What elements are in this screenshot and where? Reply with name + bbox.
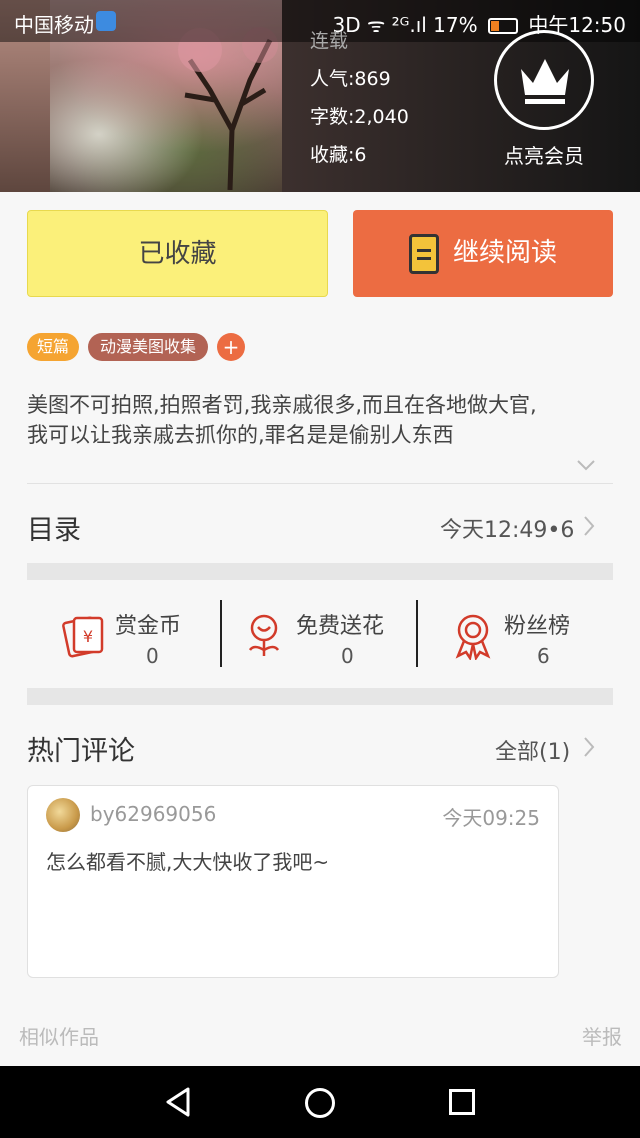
serial-status: 连载 (310, 30, 349, 52)
system-navigation-bar (0, 1066, 640, 1138)
divider (27, 483, 613, 484)
favorites-stat: 收藏:6 (310, 144, 367, 166)
tree-illustration (178, 27, 278, 190)
chevron-right-icon[interactable] (582, 736, 596, 758)
svg-text:¥: ¥ (83, 627, 93, 646)
fan-ranking-label: 粉丝榜 (504, 614, 571, 639)
coin-envelope-icon: ¥ (62, 616, 104, 658)
book-description[interactable]: 美图不可拍照,拍照者罚,我亲戚很多,而且在各地做大官, 我可以让我亲戚去抓你的,… (27, 390, 617, 450)
tag-anime-collection[interactable]: 动漫美图收集 (88, 333, 208, 361)
fan-ranking-count: 6 (537, 644, 550, 668)
vertical-divider (416, 600, 418, 667)
fan-ranking-button[interactable]: 粉丝榜 6 (452, 604, 640, 670)
reward-coins-count: 0 (146, 644, 159, 668)
avatar[interactable] (46, 798, 80, 832)
back-icon[interactable] (164, 1086, 192, 1118)
carrier-name: 中国移动 (14, 13, 94, 37)
add-tag-button[interactable]: + (217, 333, 245, 361)
popularity-stat: 人气:869 (310, 68, 391, 90)
book-header: 中国移动 3D ᯤ ²ᴳ.ıl 17% 中午12:50 连载 人气:869 字数… (0, 0, 640, 192)
ribbon-medal-icon (455, 614, 491, 660)
shield-icon (96, 11, 116, 31)
comment-username[interactable]: by62969056 (90, 802, 216, 826)
section-divider (27, 563, 613, 580)
vip-label[interactable]: 点亮会员 (504, 140, 584, 169)
catalog-update[interactable]: 今天12:49•6 (440, 512, 574, 544)
home-icon[interactable] (305, 1088, 335, 1118)
comment-time: 今天09:25 (442, 806, 540, 830)
hot-comments-title: 热门评论 (27, 736, 135, 767)
continue-reading-button[interactable]: 继续阅读 (353, 210, 613, 297)
comment-card[interactable]: by62969056 今天09:25 怎么都看不腻,大大快收了我吧~ (27, 785, 559, 978)
send-flower-button[interactable]: 免费送花 0 (244, 604, 434, 670)
book-stats: 连载 人气:869 字数:2,040 收藏:6 (310, 22, 409, 174)
tag-short[interactable]: 短篇 (27, 333, 79, 361)
word-count-stat: 字数:2,040 (310, 106, 409, 128)
description-line: 美图不可拍照,拍照者罚,我亲戚很多,而且在各地做大官, (27, 393, 537, 417)
flower-icon (248, 614, 280, 656)
recent-apps-icon[interactable] (449, 1089, 475, 1115)
similar-works-label: 相似作品 (19, 1025, 99, 1049)
section-divider (27, 688, 613, 705)
continue-reading-label: 继续阅读 (452, 238, 557, 268)
chevron-down-icon[interactable] (576, 458, 596, 472)
book-icon (408, 233, 439, 274)
battery-icon (488, 18, 518, 34)
send-flower-label: 免费送花 (296, 614, 385, 639)
collected-button[interactable]: 已收藏 (27, 210, 328, 297)
vertical-divider (220, 600, 222, 667)
report-button[interactable]: 举报 (582, 1021, 622, 1050)
comment-text: 怎么都看不腻,大大快收了我吧~ (46, 850, 330, 874)
vip-crown-button[interactable] (494, 30, 594, 130)
chevron-right-icon[interactable] (582, 515, 596, 537)
reward-coins-label: 赏金币 (115, 614, 182, 639)
crown-icon (521, 59, 569, 104)
send-flower-count: 0 (341, 644, 354, 668)
catalog-title[interactable]: 目录 (27, 508, 81, 547)
description-line: 我可以让我亲戚去抓你的,罪名是是偷别人东西 (27, 423, 454, 447)
all-comments-link[interactable]: 全部(1) (495, 734, 570, 766)
